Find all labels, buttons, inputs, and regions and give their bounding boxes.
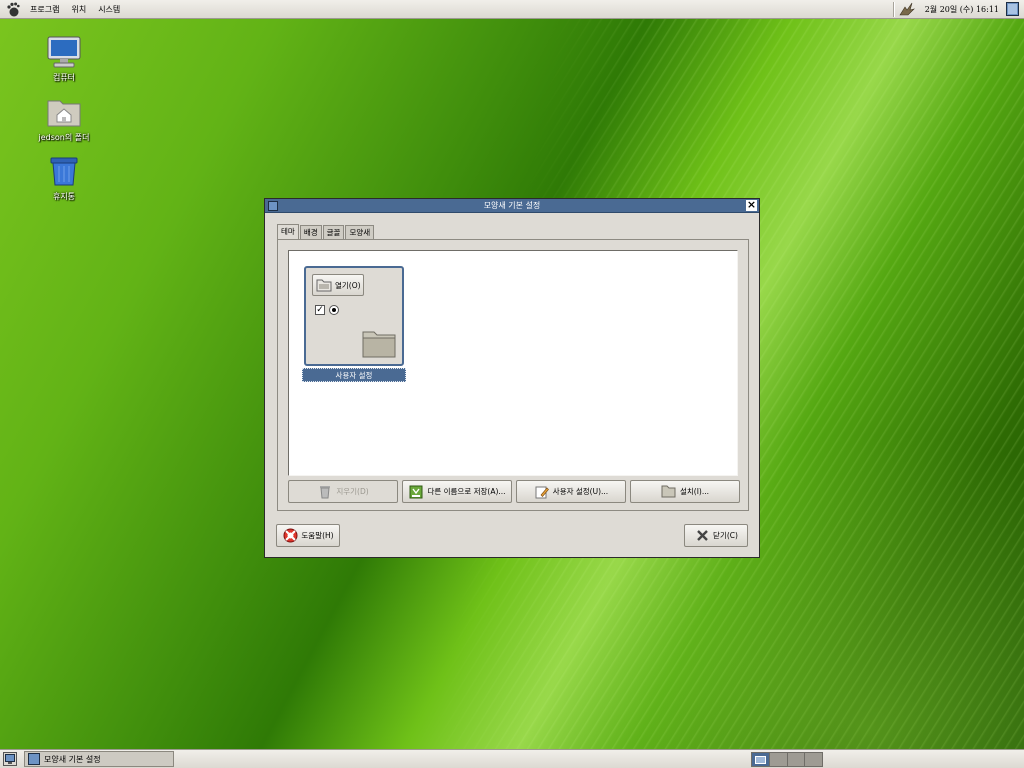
workspace-2[interactable] [769, 753, 788, 766]
taskbar-window-button[interactable]: 모양새 기본 설정 [24, 751, 174, 767]
save-as-button[interactable]: 다른 이름으로 저장(A)... [402, 480, 512, 503]
desktop-icon-label: jedson의 폴더 [38, 133, 90, 142]
install-button-label: 설치(I)... [679, 487, 710, 496]
tab-background[interactable]: 배경 [299, 225, 322, 239]
theme-label[interactable]: 사용자 설정 [302, 368, 406, 382]
gnome-foot-icon[interactable] [5, 1, 21, 17]
taskbar-window-label: 모양새 기본 설정 [44, 754, 101, 764]
notification-bird-icon[interactable] [898, 1, 916, 17]
save-icon [408, 484, 424, 500]
folder-icon [661, 484, 677, 500]
workspace-3[interactable] [787, 753, 806, 766]
window-icon [28, 753, 40, 765]
dialog-titlebar[interactable]: 모양새 기본 설정 × [265, 199, 759, 213]
appearance-preferences-dialog: 모양새 기본 설정 × 테마 배경 글꼴 모양새 열기(O) ✓ 사용자 설정 … [264, 198, 760, 558]
theme-list[interactable]: 열기(O) ✓ 사용자 설정 [288, 250, 738, 476]
close-button-label: 닫기(C) [713, 531, 738, 540]
tab-fonts[interactable]: 글꼴 [322, 225, 345, 239]
top-panel: 프로그램 위치 시스템 2월 20일 (수) 16:11 [0, 0, 1024, 19]
help-lifebuoy-icon [282, 528, 298, 544]
edit-icon [534, 484, 550, 500]
dialog-title: 모양새 기본 설정 [483, 201, 541, 210]
desktop-icon-label: 휴지통 [52, 192, 76, 201]
folder-icon [362, 328, 396, 358]
delete-button[interactable]: 지우기(D) [288, 480, 398, 503]
menu-places[interactable]: 위치 [65, 0, 92, 19]
close-icon [694, 528, 710, 544]
clock[interactable]: 2월 20일 (수) 16:11 [920, 4, 1004, 15]
open-folder-icon [316, 278, 332, 292]
save-as-button-label: 다른 이름으로 저장(A)... [427, 487, 506, 496]
menu-system[interactable]: 시스템 [92, 0, 126, 19]
workspace-4[interactable] [805, 753, 822, 766]
preview-button-label: 열기(O) [335, 280, 361, 290]
preview-radio [329, 305, 339, 315]
install-button[interactable]: 설치(I)... [630, 480, 740, 503]
workspace-1[interactable] [752, 753, 770, 766]
preview-open-button: 열기(O) [312, 274, 364, 296]
bottom-panel: 모양새 기본 설정 [0, 749, 1024, 768]
preview-checkbox: ✓ [315, 305, 325, 315]
tab-interface[interactable]: 모양새 [345, 225, 375, 239]
home-folder-icon [46, 94, 82, 130]
customize-button-label: 사용자 설정(U)... [552, 487, 609, 496]
close-button[interactable]: 닫기(C) [684, 524, 748, 547]
tab-bar: 테마 배경 글꼴 모양새 [277, 224, 375, 239]
delete-button-label: 지우기(D) [336, 487, 369, 496]
desktop-icon-home[interactable]: jedson의 폴더 [24, 94, 104, 143]
computer-icon [46, 34, 82, 70]
menu-programs[interactable]: 프로그램 [24, 0, 65, 19]
trash-icon [46, 153, 82, 189]
show-desktop-icon[interactable] [2, 751, 18, 767]
theme-preview-card[interactable]: 열기(O) ✓ [304, 266, 404, 366]
customize-button[interactable]: 사용자 설정(U)... [516, 480, 626, 503]
panel-separator [892, 1, 895, 17]
workspace-switch-icon[interactable] [1004, 1, 1020, 17]
close-icon[interactable]: × [746, 199, 757, 211]
tab-theme[interactable]: 테마 [277, 224, 299, 239]
desktop-icon-label: 컴퓨터 [52, 73, 76, 82]
desktop-icon-trash[interactable]: 휴지통 [24, 153, 104, 202]
help-button-label: 도움말(H) [301, 531, 334, 540]
trash-icon [317, 484, 333, 500]
desktop-icon-computer[interactable]: 컴퓨터 [24, 34, 104, 83]
workspace-switcher [751, 752, 823, 767]
tab-content: 열기(O) ✓ 사용자 설정 지우기(D) 다른 이름으로 저장(A)... 사… [277, 239, 749, 511]
help-button[interactable]: 도움말(H) [276, 524, 340, 547]
